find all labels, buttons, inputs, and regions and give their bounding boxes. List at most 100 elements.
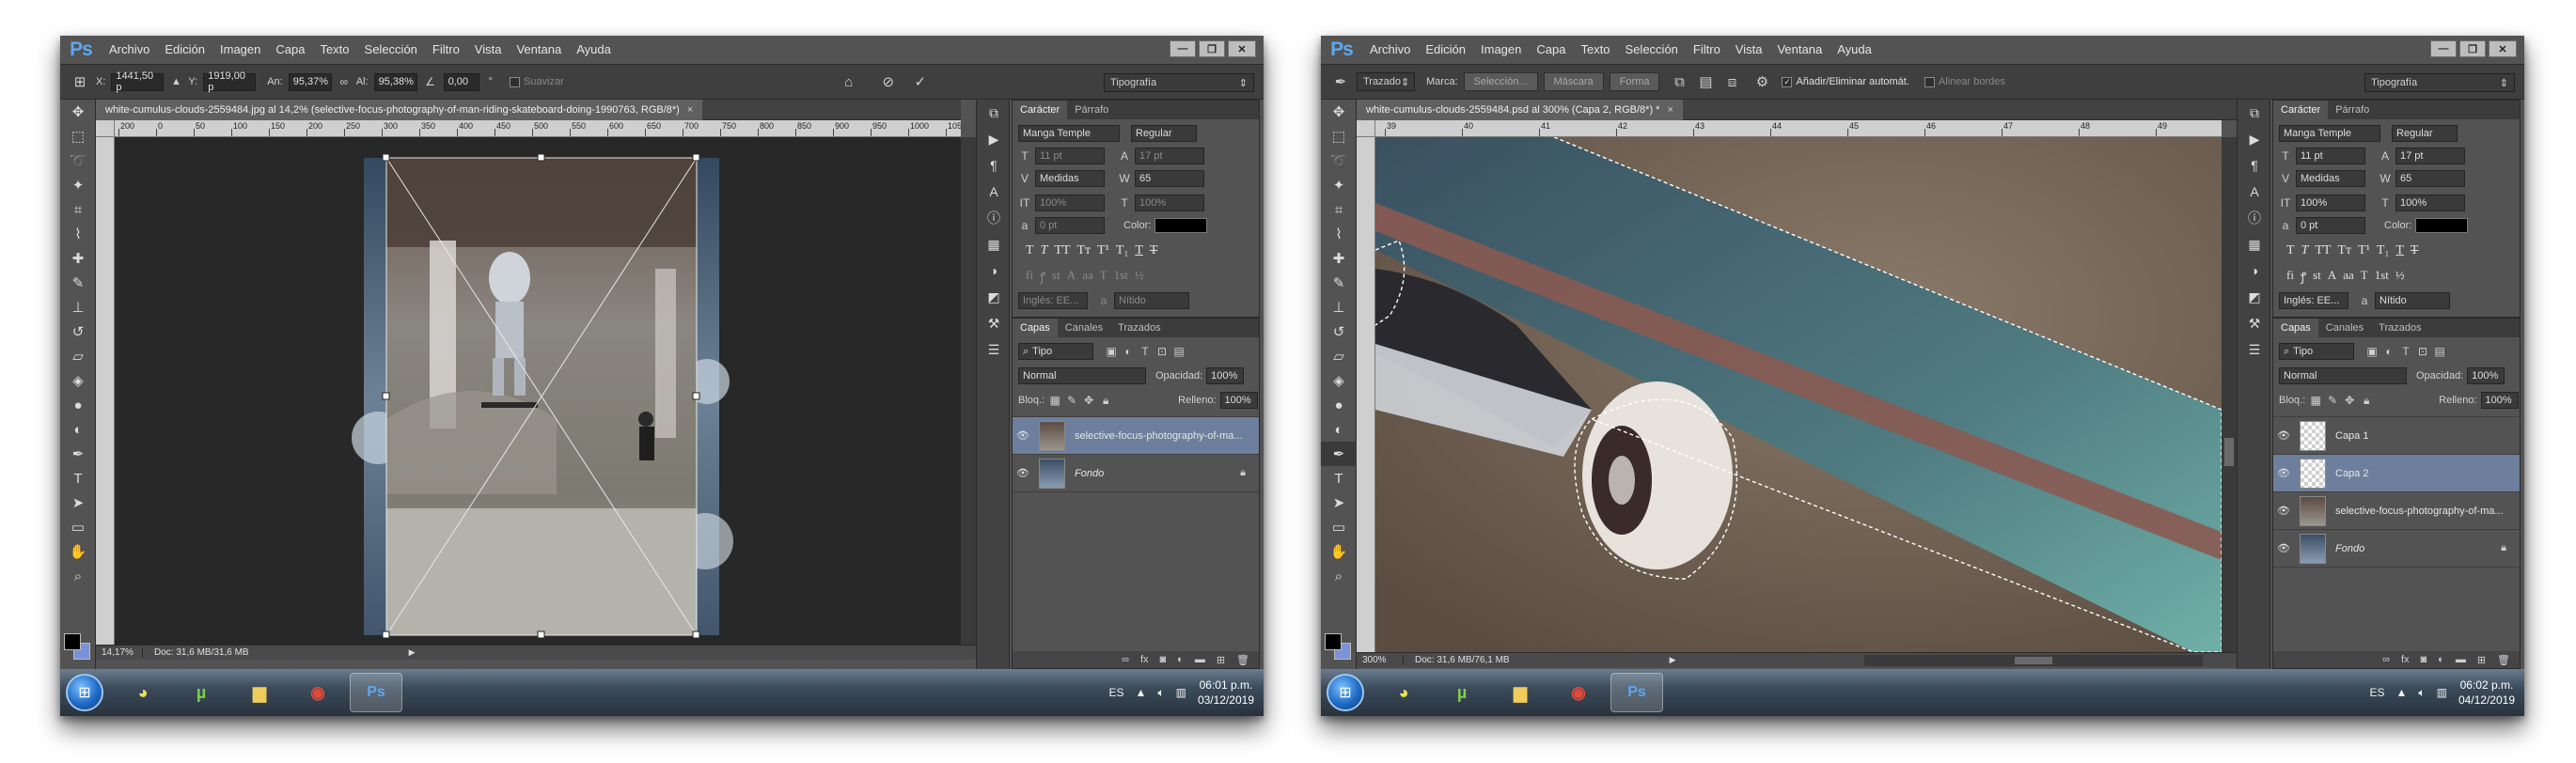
horizontal-scale-field[interactable]: 100% xyxy=(1135,195,1204,211)
menu-seleccion[interactable]: Selección xyxy=(1618,36,1686,64)
language-dropdown[interactable]: Inglés: EE... xyxy=(1018,292,1088,309)
zoom-level[interactable]: 14,17% xyxy=(96,647,143,658)
adjustment-layer-icon[interactable]: ◐ xyxy=(2438,654,2444,665)
menu-texto[interactable]: Texto xyxy=(1573,36,1617,64)
fraction-icon[interactable]: ½ xyxy=(2395,268,2405,285)
new-group-icon[interactable]: ▬ xyxy=(2456,654,2466,665)
taskbar-chrome-icon[interactable]: ◉ xyxy=(291,673,344,712)
horizontal-ruler[interactable]: 39 40 41 42 43 44 45 46 47 48 49 xyxy=(1375,120,2222,137)
angle-field[interactable]: 0,00 xyxy=(443,72,479,91)
pen-tool-icon[interactable]: ✒ xyxy=(60,442,96,466)
transform-handle[interactable] xyxy=(692,631,700,639)
foreground-color[interactable] xyxy=(1325,633,1342,650)
eyedropper-tool-icon[interactable]: ⌇ xyxy=(60,222,96,246)
path-arrangement-icon[interactable]: ⧈ xyxy=(1721,71,1742,92)
delta-icon[interactable]: ▲ xyxy=(169,71,182,92)
volume-icon[interactable]: 🔈︎ xyxy=(1157,686,1164,700)
new-group-icon[interactable]: ▬ xyxy=(1195,654,1205,665)
menu-imagen[interactable]: Imagen xyxy=(212,36,268,64)
close-button[interactable]: ✕ xyxy=(1228,40,1256,57)
subscript-icon[interactable]: T₁ xyxy=(1116,243,1128,258)
workspace-dropdown[interactable]: Tipografía ⇕ xyxy=(2364,73,2515,92)
dodge-tool-icon[interactable]: ◐ xyxy=(60,417,96,442)
styles-panel-icon[interactable]: ◩ xyxy=(977,284,1011,310)
faux-italic-icon[interactable]: T xyxy=(1041,243,1048,258)
new-layer-icon[interactable]: ⊞ xyxy=(2477,654,2486,666)
menu-imagen[interactable]: Imagen xyxy=(1473,36,1529,64)
strikethrough-icon[interactable]: T xyxy=(1150,243,1158,258)
eyedropper-tool-icon[interactable]: ⌇ xyxy=(1321,222,1357,246)
eraser-tool-icon[interactable]: ▱ xyxy=(1321,344,1357,368)
tray-arrow-icon[interactable]: ▲ xyxy=(2396,686,2408,699)
tab-paragraph[interactable]: Párrafo xyxy=(2328,101,2377,119)
hand-tool-icon[interactable]: ✋ xyxy=(1321,539,1357,564)
adjustments-panel-icon[interactable]: ◑ xyxy=(977,257,1011,284)
discretionary-ligature-icon[interactable]: ꝭ xyxy=(2301,268,2306,285)
antialias-dropdown[interactable]: Nítido xyxy=(2375,292,2450,309)
font-style-dropdown[interactable]: Regular xyxy=(2392,125,2458,142)
hand-tool-icon[interactable]: ✋ xyxy=(60,539,96,564)
filter-type-icon[interactable]: T xyxy=(2399,345,2412,358)
start-button[interactable]: ⊞ xyxy=(66,674,103,711)
type-tool-icon[interactable]: T xyxy=(60,466,96,490)
history-brush-tool-icon[interactable]: ↺ xyxy=(60,319,96,344)
network-icon[interactable]: ▥ xyxy=(2437,686,2447,699)
visibility-eye-icon[interactable]: 👁︎ xyxy=(2273,505,2294,517)
fill-field[interactable]: 100% xyxy=(2480,392,2519,409)
menu-ayuda[interactable]: Ayuda xyxy=(569,36,619,64)
superscript-icon[interactable]: T¹ xyxy=(2358,243,2370,258)
dodge-tool-icon[interactable]: ◐ xyxy=(1321,417,1357,442)
layer-row[interactable]: 👁︎ Capa 2 xyxy=(2273,455,2520,492)
vertical-scrollbar[interactable] xyxy=(2222,137,2237,652)
ruler-origin[interactable] xyxy=(1357,120,1375,137)
leading-field[interactable]: 17 pt xyxy=(2395,148,2465,164)
minimize-button[interactable]: — xyxy=(1170,40,1196,57)
layer-filter-dropdown[interactable]: ⌕ Tipo xyxy=(2279,343,2354,360)
zoom-level[interactable]: 300% xyxy=(1357,655,1404,665)
vertical-scale-field[interactable]: 100% xyxy=(1035,195,1105,211)
visibility-eye-icon[interactable]: 👁︎ xyxy=(2273,542,2294,554)
taskbar-photoshop-icon[interactable]: Ps xyxy=(350,673,402,712)
taskbar-chrome-icon[interactable]: ◉ xyxy=(1552,673,1605,712)
crop-tool-icon[interactable]: ⌗ xyxy=(60,197,96,222)
restore-button[interactable]: ❐ xyxy=(2459,40,2486,57)
transform-handle[interactable] xyxy=(382,631,390,639)
commit-transform-icon[interactable]: ✓ xyxy=(910,71,931,92)
transform-handle[interactable] xyxy=(382,392,390,400)
lock-all-icon[interactable]: 🔒︎ xyxy=(2360,394,2373,408)
canvas-area[interactable] xyxy=(115,137,961,645)
tool-presets-icon[interactable]: ⚒ xyxy=(2238,310,2271,336)
menu-ventana[interactable]: Ventana xyxy=(1769,36,1830,64)
baseline-shift-field[interactable]: 0 pt xyxy=(2296,217,2365,234)
clock[interactable]: 06:01 p.m. 03/12/2019 xyxy=(1198,677,1254,708)
all-caps-icon[interactable]: TT xyxy=(2315,243,2331,258)
color-swatches[interactable] xyxy=(64,633,92,662)
tracking-field[interactable]: 65 xyxy=(1135,170,1204,187)
vertical-scale-field[interactable]: 100% xyxy=(2296,195,2365,211)
brush-tool-icon[interactable]: ✎ xyxy=(1321,271,1357,295)
menu-ventana[interactable]: Ventana xyxy=(509,36,569,64)
shape-tool-icon[interactable]: ▭ xyxy=(1321,515,1357,539)
blur-tool-icon[interactable]: ● xyxy=(1321,393,1357,417)
horizontal-ruler[interactable]: 200 0 50 100 150 200 250 300 350 400 450 500 550 600 6… xyxy=(115,120,961,137)
small-caps-icon[interactable]: Tт xyxy=(1076,243,1091,258)
filter-shape-icon[interactable]: ⊡ xyxy=(2416,345,2429,358)
vertical-scrollbar[interactable] xyxy=(961,137,976,645)
fraction-icon[interactable]: ½ xyxy=(1135,268,1144,285)
history-panel-icon[interactable]: ⧉ xyxy=(2238,100,2271,126)
horizontal-scrollbar[interactable] xyxy=(1863,654,2203,666)
layer-style-icon[interactable]: fx xyxy=(1140,654,1149,665)
info-panel-icon[interactable]: ⓘ xyxy=(977,205,1011,231)
tab-paragraph[interactable]: Párrafo xyxy=(1067,101,1116,119)
lock-transparent-icon[interactable]: ▦ xyxy=(1048,394,1061,407)
actions-panel-icon[interactable]: ▶ xyxy=(977,126,1011,152)
kerning-field[interactable]: Medidas xyxy=(2296,170,2365,187)
minimize-button[interactable]: — xyxy=(2430,40,2457,57)
clone-stamp-tool-icon[interactable]: ⊥ xyxy=(60,295,96,319)
input-language[interactable]: ES xyxy=(1108,686,1123,699)
titling-icon[interactable]: aa xyxy=(2343,268,2354,285)
properties-panel-icon[interactable]: ☰ xyxy=(977,336,1011,363)
tool-presets-icon[interactable]: ⚒ xyxy=(977,310,1011,336)
taskbar-explorer-icon[interactable]: ▆ xyxy=(233,673,286,712)
visibility-eye-icon[interactable]: 👁︎ xyxy=(2273,467,2294,479)
